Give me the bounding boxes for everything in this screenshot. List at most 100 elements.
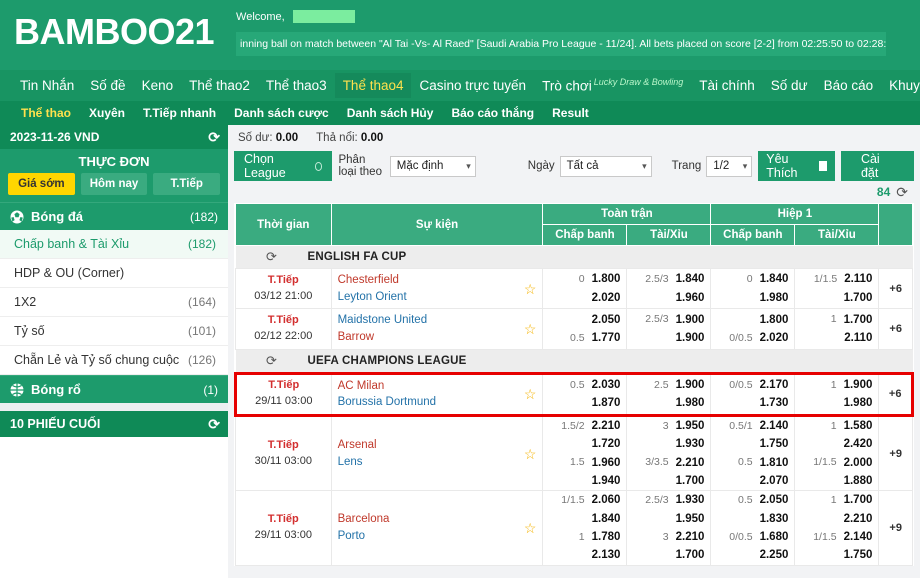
sidebar-subitem-1[interactable]: HDP & OU (Corner)	[0, 259, 228, 288]
odds-price[interactable]: 2.210	[592, 418, 621, 434]
odds-price[interactable]: 2.420	[844, 436, 873, 452]
odds-line[interactable]: 1/1.5 2.140	[795, 528, 878, 546]
subnav-item-0[interactable]: Thể thao	[12, 106, 80, 120]
refresh-icon[interactable]: ⟳	[236, 249, 308, 265]
odds-price[interactable]: 1.840	[676, 271, 705, 287]
odds-price[interactable]: 1.950	[676, 418, 705, 434]
nav-item-2[interactable]: Keno	[134, 73, 182, 98]
odds-price[interactable]: 1.940	[592, 473, 621, 489]
odds-line[interactable]: 3 2.210	[627, 528, 710, 546]
odds-price[interactable]: 1.900	[676, 312, 705, 328]
odds-line[interactable]: 1/1.5 2.060	[543, 491, 626, 509]
odds-line[interactable]: 3/3.5 2.210	[627, 454, 710, 472]
odds-line[interactable]: 1.730	[711, 394, 794, 412]
date-select[interactable]: Tất cả ▾	[559, 155, 652, 177]
odds-line[interactable]: 1.980	[627, 394, 710, 412]
star-icon[interactable]: ☆	[524, 322, 537, 336]
star-icon[interactable]: ☆	[524, 521, 537, 535]
odds-price[interactable]: 1.840	[760, 271, 789, 287]
odds-price[interactable]: 1.980	[844, 395, 873, 411]
nav-item-5[interactable]: Thể thao4	[334, 73, 412, 98]
nav-item-7[interactable]: Trò chơi Lucky Draw & Bowling	[534, 72, 691, 99]
odds-line[interactable]: 0.5 2.030	[543, 376, 626, 394]
sidebar-subitem-2[interactable]: 1X2 (164)	[0, 288, 228, 317]
odds-price[interactable]: 1.980	[760, 290, 789, 306]
odds-line[interactable]: 0/0.5 1.680	[711, 528, 794, 546]
odds-line[interactable]: 1.700	[627, 472, 710, 490]
odds-price[interactable]: 1.900	[676, 330, 705, 346]
odds-price[interactable]: 2.110	[844, 330, 872, 346]
odds-line[interactable]: 2.020	[543, 289, 626, 307]
more-markets-cell[interactable]: +9	[878, 490, 913, 566]
odds-line[interactable]: 0.5 2.050	[711, 491, 794, 509]
odds-line[interactable]: 1 1.780	[543, 528, 626, 546]
odds-price[interactable]: 1.580	[844, 418, 873, 434]
odds-price[interactable]: 1.800	[592, 271, 621, 287]
odds-line[interactable]: 2.250	[711, 546, 794, 564]
sidebar-subitem-3[interactable]: Tỷ số (101)	[0, 317, 228, 346]
nav-item-0[interactable]: Tin Nhắn	[12, 73, 82, 98]
odds-price[interactable]: 1.800	[760, 312, 789, 328]
odds-price[interactable]: 1.770	[592, 330, 621, 346]
odds-line[interactable]: 2.5/3 1.840	[627, 270, 710, 288]
favorite-button[interactable]: Yêu Thích	[758, 151, 835, 181]
odds-price[interactable]: 1.750	[844, 547, 873, 563]
odds-line[interactable]: 0 1.840	[711, 270, 794, 288]
nav-item-1[interactable]: Số đề	[82, 73, 133, 98]
odds-price[interactable]: 1.780	[592, 529, 621, 545]
odds-line[interactable]: 0 1.800	[543, 270, 626, 288]
nav-item-4[interactable]: Thể thao3	[258, 73, 335, 98]
odds-price[interactable]: 1.870	[592, 395, 621, 411]
more-markets-cell[interactable]: +6	[878, 371, 914, 418]
odds-price[interactable]: 2.050	[592, 312, 621, 328]
odds-price[interactable]: 1.720	[592, 436, 621, 452]
odds-price[interactable]: 2.030	[592, 377, 621, 393]
odds-line[interactable]: 0/0.5 2.170	[711, 376, 794, 394]
subnav-item-4[interactable]: Danh sách Hủy	[338, 106, 443, 120]
odds-price[interactable]: 1.700	[844, 290, 873, 306]
table-row[interactable]: T.Tiếp 29/11 03:00 AC Milan Borussia Dortmu…	[234, 371, 914, 418]
odds-price[interactable]: 1.930	[676, 436, 705, 452]
star-icon[interactable]: ☆	[524, 447, 537, 461]
odds-line[interactable]: 1.980	[711, 289, 794, 307]
nav-item-8[interactable]: Tài chính	[691, 73, 763, 98]
odds-line[interactable]: 0.5 1.770	[543, 329, 626, 347]
nav-item-3[interactable]: Thể thao2	[181, 73, 258, 98]
odds-price[interactable]: 2.140	[844, 529, 873, 545]
odds-line[interactable]: 1.5/2 2.210	[543, 417, 626, 435]
odds-line[interactable]: 3 1.950	[627, 417, 710, 435]
odds-line[interactable]: 0.5 1.810	[711, 454, 794, 472]
odds-line[interactable]: 0/0.5 2.020	[711, 329, 794, 347]
odds-line[interactable]: 1.840	[543, 510, 626, 528]
odds-line[interactable]: 1.930	[627, 435, 710, 453]
sort-select[interactable]: Mặc định ▾	[389, 155, 476, 177]
odds-price[interactable]: 1.750	[760, 436, 789, 452]
sidebar-tab-2[interactable]: T.Tiếp	[153, 173, 221, 195]
odds-line[interactable]: 1.750	[795, 546, 878, 564]
subnav-item-2[interactable]: T.Tiếp nhanh	[134, 106, 225, 120]
odds-price[interactable]: 1.810	[760, 455, 789, 471]
odds-price[interactable]: 1.680	[760, 529, 789, 545]
more-markets-cell[interactable]: +9	[878, 415, 913, 492]
sidebar-sport-football[interactable]: Bóng đá (182)	[0, 202, 228, 230]
odds-price[interactable]: 1.840	[592, 511, 621, 527]
odds-price[interactable]: 1.700	[676, 547, 705, 563]
odds-line[interactable]: 1 1.700	[795, 491, 878, 509]
star-icon[interactable]: ☆	[524, 282, 537, 296]
odds-price[interactable]: 2.210	[676, 455, 705, 471]
odds-line[interactable]: 1.960	[627, 289, 710, 307]
refresh-icon[interactable]: ⟳	[896, 184, 908, 201]
odds-price[interactable]: 2.140	[760, 418, 789, 434]
odds-line[interactable]: 1.830	[711, 510, 794, 528]
sidebar-tab-1[interactable]: Hôm nay	[80, 173, 148, 195]
odds-line[interactable]: 1.800	[711, 311, 794, 329]
nav-item-10[interactable]: Báo cáo	[816, 73, 882, 98]
odds-price[interactable]: 2.170	[760, 377, 789, 393]
odds-line[interactable]: 1.880	[795, 472, 878, 490]
odds-line[interactable]: 1 1.700	[795, 311, 878, 329]
odds-price[interactable]: 1.700	[844, 492, 873, 508]
odds-price[interactable]: 1.830	[760, 511, 789, 527]
odds-price[interactable]: 1.880	[844, 473, 873, 489]
odds-price[interactable]: 2.020	[760, 330, 789, 346]
odds-line[interactable]: 2.070	[711, 472, 794, 490]
